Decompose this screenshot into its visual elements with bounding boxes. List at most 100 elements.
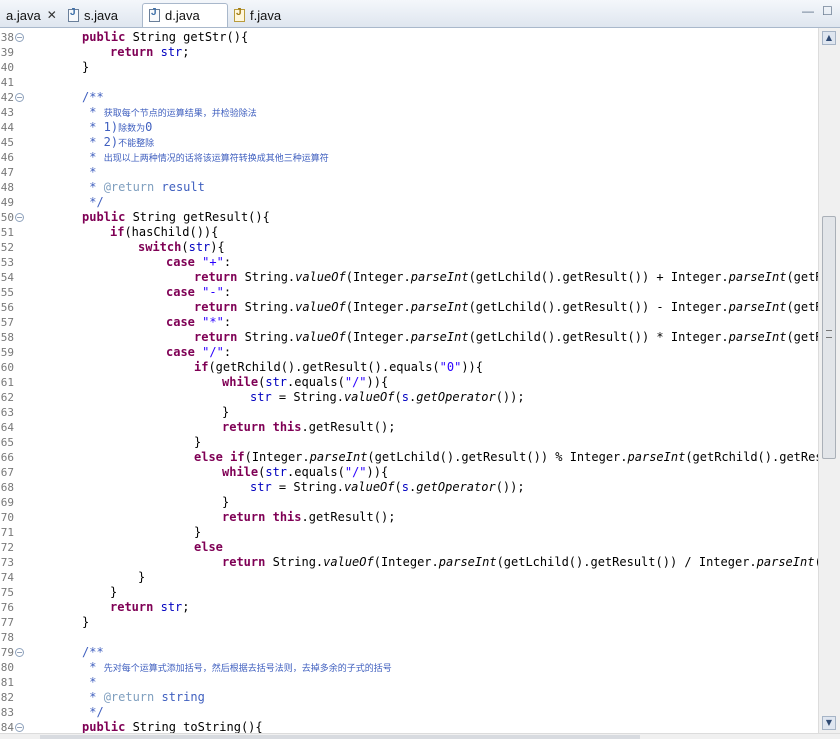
scrollbar-thumb[interactable]	[822, 216, 836, 459]
line-number: 46	[0, 151, 14, 164]
code-line[interactable]: 66 else if(Integer.parseInt(getLchild().g…	[0, 450, 818, 465]
code-editor[interactable]: 38− public String getStr(){39 return str; 4…	[0, 28, 818, 733]
fold-toggle-icon[interactable]: −	[15, 33, 24, 42]
code-text: }	[82, 615, 90, 629]
code-line[interactable]: 59 case "/":	[0, 345, 818, 360]
code-line[interactable]: 65}	[0, 435, 818, 450]
line-number: 58	[0, 331, 14, 344]
code-line[interactable]: 71}	[0, 525, 818, 540]
code-line[interactable]: 62 str = String.valueOf(s.getOperator());	[0, 390, 818, 405]
tab-a-java[interactable]: a.java ✕	[0, 3, 63, 27]
code-text: }	[194, 435, 202, 449]
code-line[interactable]: 40}	[0, 60, 818, 75]
code-line[interactable]: 73 return String.valueOf(Integer.parseInt…	[0, 555, 818, 570]
code-line[interactable]: 39 return str;	[0, 45, 818, 60]
code-line[interactable]: 63}	[0, 405, 818, 420]
scroll-up-icon[interactable]: ▲	[822, 31, 836, 45]
tab-s-java[interactable]: s.java	[62, 3, 124, 27]
close-icon[interactable]: ✕	[47, 8, 57, 22]
horizontal-scrollbar-thumb[interactable]	[40, 735, 640, 739]
java-file-icon	[68, 7, 79, 22]
code-text: return String.valueOf(Integer.parseInt(g…	[194, 330, 818, 344]
code-line[interactable]: 64 return this.getResult();	[0, 420, 818, 435]
code-line[interactable]: 47 *	[0, 165, 818, 180]
fold-toggle-icon[interactable]: −	[15, 213, 24, 222]
code-line[interactable]: 45 * 2)不能整除	[0, 135, 818, 150]
code-text: str = String.valueOf(s.getOperator());	[250, 480, 525, 494]
code-line[interactable]: 61 while(str.equals("/")){	[0, 375, 818, 390]
code-line[interactable]: 72 else	[0, 540, 818, 555]
code-text: *	[82, 165, 97, 179]
code-line[interactable]: 80 * 先对每个运算式添加括号，然后根据去括号法则，去掉多余的子式的括号	[0, 660, 818, 675]
tab-d-java[interactable]: d.java	[142, 3, 228, 27]
code-line[interactable]: 77}	[0, 615, 818, 630]
code-line[interactable]: 74}	[0, 570, 818, 585]
java-file-warning-icon	[234, 7, 245, 22]
code-line[interactable]: 57 case "*":	[0, 315, 818, 330]
line-number: 72	[0, 541, 14, 554]
fold-toggle-icon[interactable]: −	[15, 93, 24, 102]
code-line[interactable]: 68 str = String.valueOf(s.getOperator());	[0, 480, 818, 495]
code-line[interactable]: 84− public String toString(){	[0, 720, 818, 733]
code-line[interactable]: 50− public String getResult(){	[0, 210, 818, 225]
code-text: switch(str){	[138, 240, 225, 254]
minimize-button[interactable]: —	[802, 4, 814, 18]
line-number: 52	[0, 241, 14, 254]
line-number: 44	[0, 121, 14, 134]
code-line[interactable]: 38− public String getStr(){	[0, 30, 818, 45]
code-text: case "+":	[166, 255, 232, 269]
horizontal-scrollbar[interactable]	[0, 733, 840, 739]
line-number: 78	[0, 631, 14, 644]
maximize-button[interactable]: ☐	[822, 4, 833, 18]
code-line[interactable]: 42− /**	[0, 90, 818, 105]
tab-f-java[interactable]: f.java	[228, 3, 287, 27]
line-number: 71	[0, 526, 14, 539]
code-line[interactable]: 79− /**	[0, 645, 818, 660]
code-line[interactable]: 56 return String.valueOf(Integer.parseInt…	[0, 300, 818, 315]
code-line[interactable]: 49 */	[0, 195, 818, 210]
line-number: 81	[0, 676, 14, 689]
vertical-scrollbar[interactable]: ▲ ▼	[818, 28, 840, 733]
code-text: public String toString(){	[82, 720, 263, 733]
code-text: /**	[82, 645, 104, 659]
code-line[interactable]: 52 switch(str){	[0, 240, 818, 255]
code-line[interactable]: 55 case "-":	[0, 285, 818, 300]
scroll-down-icon[interactable]: ▼	[822, 716, 836, 730]
code-line[interactable]: 48 * @return result	[0, 180, 818, 195]
line-number: 45	[0, 136, 14, 149]
line-number: 77	[0, 616, 14, 629]
code-text: *	[82, 675, 97, 689]
fold-toggle-icon[interactable]: −	[15, 723, 24, 732]
fold-toggle-icon[interactable]: −	[15, 648, 24, 657]
line-number: 80	[0, 661, 14, 674]
line-number: 63	[0, 406, 14, 419]
line-number: 66	[0, 451, 14, 464]
line-number: 62	[0, 391, 14, 404]
code-line[interactable]: 46 * 出现以上两种情况的话将该运算符转换成其他三种运算符	[0, 150, 818, 165]
code-line[interactable]: 54 return String.valueOf(Integer.parseInt…	[0, 270, 818, 285]
code-line[interactable]: 60 if(getRchild().getResult().equals("0")…	[0, 360, 818, 375]
code-line[interactable]: 76 return str;	[0, 600, 818, 615]
code-line[interactable]: 75}	[0, 585, 818, 600]
tab-label: d.java	[165, 8, 200, 23]
code-line[interactable]: 81 *	[0, 675, 818, 690]
code-line[interactable]: 69}	[0, 495, 818, 510]
code-line[interactable]: 70 return this.getResult();	[0, 510, 818, 525]
code-line[interactable]: 67 while(str.equals("/")){	[0, 465, 818, 480]
code-line[interactable]: 78	[0, 630, 818, 645]
code-line[interactable]: 58 return String.valueOf(Integer.parseInt…	[0, 330, 818, 345]
code-line[interactable]: 53 case "+":	[0, 255, 818, 270]
code-line[interactable]: 82 * @return string	[0, 690, 818, 705]
code-text: /**	[82, 90, 104, 104]
code-line[interactable]: 41	[0, 75, 818, 90]
code-text: else if(Integer.parseInt(getLchild().get…	[194, 450, 818, 464]
line-number: 55	[0, 286, 14, 299]
code-line[interactable]: 43 * 获取每个节点的运算结果，并检验除法	[0, 105, 818, 120]
code-line[interactable]: 51 if(hasChild()){	[0, 225, 818, 240]
code-line[interactable]: 44 * 1)除数为0	[0, 120, 818, 135]
code-text: if(hasChild()){	[110, 225, 219, 239]
line-number: 41	[0, 76, 14, 89]
line-number: 59	[0, 346, 14, 359]
code-line[interactable]: 83 */	[0, 705, 818, 720]
code-text: return this.getResult();	[222, 510, 396, 524]
